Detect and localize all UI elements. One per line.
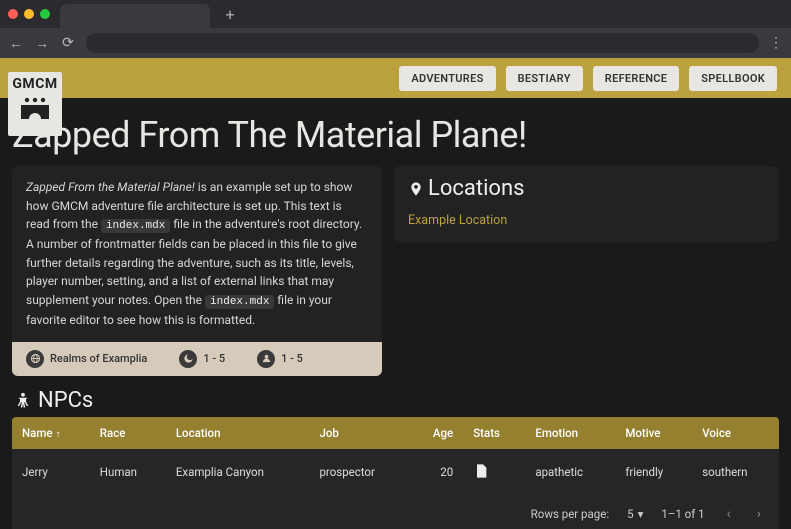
players-label: 1 - 5 [281, 352, 303, 365]
description-body: Zapped From the Material Plane! is an ex… [12, 166, 382, 342]
col-race[interactable]: Race [90, 417, 166, 449]
next-page-button[interactable]: › [753, 506, 765, 522]
col-age[interactable]: Age [410, 417, 464, 449]
cell-race: Human [90, 449, 166, 496]
col-motive[interactable]: Motive [615, 417, 692, 449]
url-bar[interactable] [86, 33, 759, 53]
table-pagination: Rows per page: 5 ▾ 1–1 of 1 ‹ › [12, 496, 779, 529]
description-footer: Realms of Examplia 1 - 5 1 - 5 [12, 342, 382, 376]
npcs-table: Name↑ Race Location Job Age Stats Emotio… [12, 417, 779, 529]
description-emphasis: Zapped From the Material Plane! [26, 180, 195, 194]
moon-icon [179, 350, 197, 368]
locations-heading-text: Locations [428, 176, 524, 201]
cell-stats [463, 449, 525, 496]
locations-heading: Locations [408, 176, 765, 201]
window-controls [8, 9, 50, 19]
col-name[interactable]: Name↑ [12, 417, 90, 449]
col-location[interactable]: Location [166, 417, 310, 449]
col-stats[interactable]: Stats [463, 417, 525, 449]
nav-adventures[interactable]: ADVENTURES [399, 66, 495, 91]
reload-button[interactable]: ⟳ [60, 35, 76, 51]
npcs-heading: NPCs [14, 388, 779, 413]
table-header-row: Name↑ Race Location Job Age Stats Emotio… [12, 417, 779, 449]
cell-motive: friendly [615, 449, 692, 496]
logo-text: GMCM [8, 76, 62, 92]
col-emotion[interactable]: Emotion [525, 417, 615, 449]
pin-icon [408, 179, 424, 199]
cell-emotion: apathetic [525, 449, 615, 496]
browser-toolbar: ← → ⟳ ⋮ [0, 28, 791, 58]
cell-location: Examplia Canyon [166, 449, 310, 496]
col-voice[interactable]: Voice [692, 417, 779, 449]
castle-icon [18, 96, 52, 124]
npcs-heading-text: NPCs [38, 388, 93, 413]
sort-asc-icon: ↑ [56, 429, 61, 440]
browser-chrome: + ← → ⟳ ⋮ [0, 0, 791, 58]
locations-card: Locations Example Location [394, 166, 779, 242]
stats-document-icon[interactable] [473, 463, 489, 479]
levels-badge: 1 - 5 [179, 350, 225, 368]
globe-icon [26, 350, 44, 368]
minimize-window-button[interactable] [24, 9, 34, 19]
close-window-button[interactable] [8, 9, 18, 19]
new-tab-button[interactable]: + [220, 4, 240, 24]
tab-strip: + [0, 0, 791, 28]
table-row[interactable]: Jerry Human Examplia Canyon prospector 2… [12, 449, 779, 496]
players-icon [257, 350, 275, 368]
col-job[interactable]: Job [309, 417, 409, 449]
nav-links: ADVENTURES BESTIARY REFERENCE SPELLBOOK [399, 66, 777, 91]
nav-bestiary[interactable]: BESTIARY [506, 66, 583, 91]
code-index-mdx: index.mdx [101, 219, 170, 233]
page-content: Zapped From The Material Plane! Zapped F… [0, 98, 791, 529]
person-icon [14, 391, 32, 409]
cell-name: Jerry [12, 449, 90, 496]
levels-label: 1 - 5 [203, 352, 225, 365]
logo[interactable]: GMCM [8, 72, 62, 136]
nav-reference[interactable]: REFERENCE [593, 66, 680, 91]
maximize-window-button[interactable] [40, 9, 50, 19]
cell-voice: southern [692, 449, 779, 496]
prev-page-button[interactable]: ‹ [723, 506, 735, 522]
forward-button[interactable]: → [34, 35, 50, 52]
back-button[interactable]: ← [8, 35, 24, 52]
cell-age: 20 [410, 449, 464, 496]
browser-menu-button[interactable]: ⋮ [769, 35, 783, 51]
browser-tab[interactable] [60, 4, 210, 28]
setting-label: Realms of Examplia [50, 352, 147, 365]
app-header: GMCM ADVENTURES BESTIARY REFERENCE SPELL… [0, 58, 791, 98]
setting-badge: Realms of Examplia [26, 350, 147, 368]
code-index-mdx: index.mdx [205, 295, 274, 309]
players-badge: 1 - 5 [257, 350, 303, 368]
nav-spellbook[interactable]: SPELLBOOK [689, 66, 777, 91]
description-card: Zapped From the Material Plane! is an ex… [12, 166, 382, 376]
cell-job: prospector [309, 449, 409, 496]
location-link[interactable]: Example Location [408, 213, 765, 228]
page-title: Zapped From The Material Plane! [12, 114, 779, 156]
